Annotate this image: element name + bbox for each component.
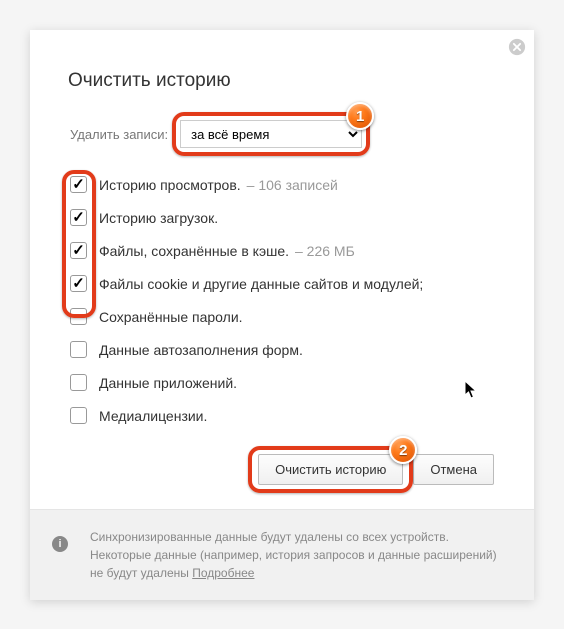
- option-label[interactable]: Файлы, сохранённые в кэше.: [99, 243, 289, 259]
- option-checkbox[interactable]: [70, 275, 87, 292]
- footer-note: i Синхронизированные данные будут удален…: [30, 509, 534, 600]
- option-label[interactable]: Историю загрузок.: [99, 210, 218, 226]
- time-range-select[interactable]: за всё время: [180, 120, 362, 148]
- option-label[interactable]: Данные приложений.: [99, 375, 237, 391]
- option-detail: – 226 МБ: [295, 243, 355, 259]
- option-checkbox[interactable]: [70, 176, 87, 193]
- option-label[interactable]: Данные автозаполнения форм.: [99, 342, 303, 358]
- options-list: Историю просмотров.– 106 записейИсторию …: [68, 176, 496, 424]
- info-icon: i: [52, 536, 68, 552]
- option-row: Сохранённые пароли.: [70, 308, 496, 325]
- option-label[interactable]: Историю просмотров.: [99, 177, 241, 193]
- option-checkbox[interactable]: [70, 308, 87, 325]
- option-checkbox[interactable]: [70, 341, 87, 358]
- time-range-label: Удалить записи:: [70, 127, 168, 142]
- option-row: Файлы, сохранённые в кэше. – 226 МБ: [70, 242, 496, 259]
- dialog-title: Очистить историю: [68, 70, 496, 92]
- clear-history-dialog: Очистить историю Удалить записи: за всё …: [30, 30, 534, 600]
- cancel-button[interactable]: Отмена: [413, 454, 494, 485]
- option-row: Данные приложений.: [70, 374, 496, 391]
- option-checkbox[interactable]: [70, 374, 87, 391]
- option-checkbox[interactable]: [70, 407, 87, 424]
- option-checkbox[interactable]: [70, 242, 87, 259]
- clear-history-button[interactable]: Очистить историю: [258, 454, 403, 485]
- option-row: Данные автозаполнения форм.: [70, 341, 496, 358]
- option-row: Историю загрузок.: [70, 209, 496, 226]
- option-label[interactable]: Медиалицензии.: [99, 408, 207, 424]
- option-label[interactable]: Файлы cookie и другие данные сайтов и мо…: [99, 276, 423, 292]
- footer-link[interactable]: Подробнее: [192, 566, 254, 580]
- close-icon[interactable]: [508, 38, 526, 56]
- option-row: Историю просмотров. – 106 записей: [70, 176, 496, 193]
- option-label[interactable]: Сохранённые пароли.: [99, 309, 243, 325]
- option-row: Медиалицензии.: [70, 407, 496, 424]
- annotation-badge-1: 1: [346, 102, 374, 130]
- option-checkbox[interactable]: [70, 209, 87, 226]
- option-row: Файлы cookie и другие данные сайтов и мо…: [70, 275, 496, 292]
- option-detail: – 106 записей: [247, 177, 338, 193]
- footer-text: Синхронизированные данные будут удалены …: [90, 530, 497, 580]
